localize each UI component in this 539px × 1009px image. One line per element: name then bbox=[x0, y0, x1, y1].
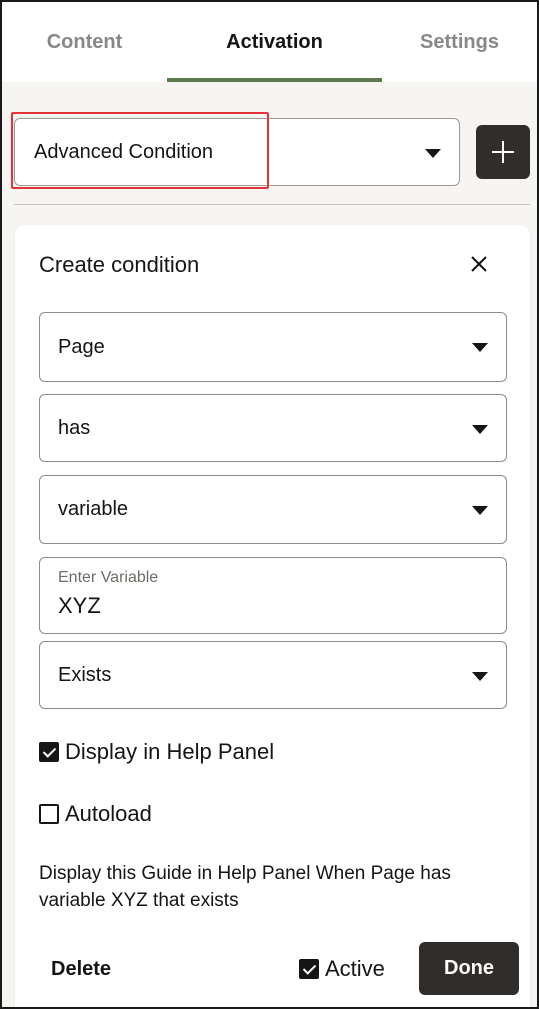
chevron-down-icon bbox=[472, 425, 488, 434]
chevron-down-icon bbox=[472, 506, 488, 515]
delete-button[interactable]: Delete bbox=[51, 958, 111, 981]
chevron-down-icon bbox=[472, 672, 488, 681]
checkbox-checked-icon[interactable] bbox=[299, 959, 319, 979]
tab-settings[interactable]: Settings bbox=[382, 2, 537, 82]
variable-input[interactable]: Enter Variable XYZ bbox=[39, 557, 507, 634]
add-condition-button[interactable] bbox=[476, 125, 530, 179]
operator-select-value: has bbox=[58, 416, 91, 439]
condition-select[interactable]: Exists bbox=[39, 641, 507, 709]
autoload-label: Autoload bbox=[65, 801, 152, 826]
app-frame: Content Activation Settings Advanced Con… bbox=[0, 0, 539, 1009]
autoload-checkbox[interactable]: Autoload bbox=[39, 801, 152, 827]
condition-select-value: Exists bbox=[58, 663, 112, 686]
checkbox-unchecked-icon[interactable] bbox=[39, 804, 59, 824]
display-in-help-panel-checkbox[interactable]: Display in Help Panel bbox=[39, 739, 274, 765]
operator-select[interactable]: has bbox=[39, 394, 507, 462]
variable-input-value[interactable]: XYZ bbox=[58, 593, 506, 619]
condition-summary: Display this Guide in Help Panel When Pa… bbox=[39, 863, 451, 911]
close-icon[interactable] bbox=[470, 255, 488, 273]
tab-content[interactable]: Content bbox=[2, 2, 167, 82]
display-in-help-panel-label: Display in Help Panel bbox=[65, 739, 275, 764]
condition-type-value: Advanced Condition bbox=[34, 140, 214, 163]
done-button[interactable]: Done bbox=[419, 942, 519, 995]
create-condition-panel: Create condition Page has variable Enter… bbox=[15, 225, 530, 1007]
object-select-value: Page bbox=[58, 335, 105, 358]
chevron-down-icon bbox=[472, 343, 488, 352]
object-select[interactable]: Page bbox=[39, 312, 507, 382]
condition-type-select[interactable]: Advanced Condition bbox=[14, 118, 460, 186]
tab-bar: Content Activation Settings bbox=[2, 2, 537, 82]
tab-activation[interactable]: Activation bbox=[167, 2, 382, 82]
checkbox-checked-icon[interactable] bbox=[39, 742, 59, 762]
active-label: Active bbox=[325, 956, 385, 981]
panel-title: Create condition bbox=[39, 252, 200, 277]
active-tab-indicator bbox=[167, 78, 382, 82]
type-select[interactable]: variable bbox=[39, 475, 507, 544]
active-checkbox[interactable]: Active bbox=[299, 956, 385, 982]
chevron-down-icon bbox=[425, 149, 441, 158]
variable-input-label: Enter Variable bbox=[58, 569, 159, 586]
type-select-value: variable bbox=[58, 498, 129, 520]
divider bbox=[14, 204, 530, 205]
